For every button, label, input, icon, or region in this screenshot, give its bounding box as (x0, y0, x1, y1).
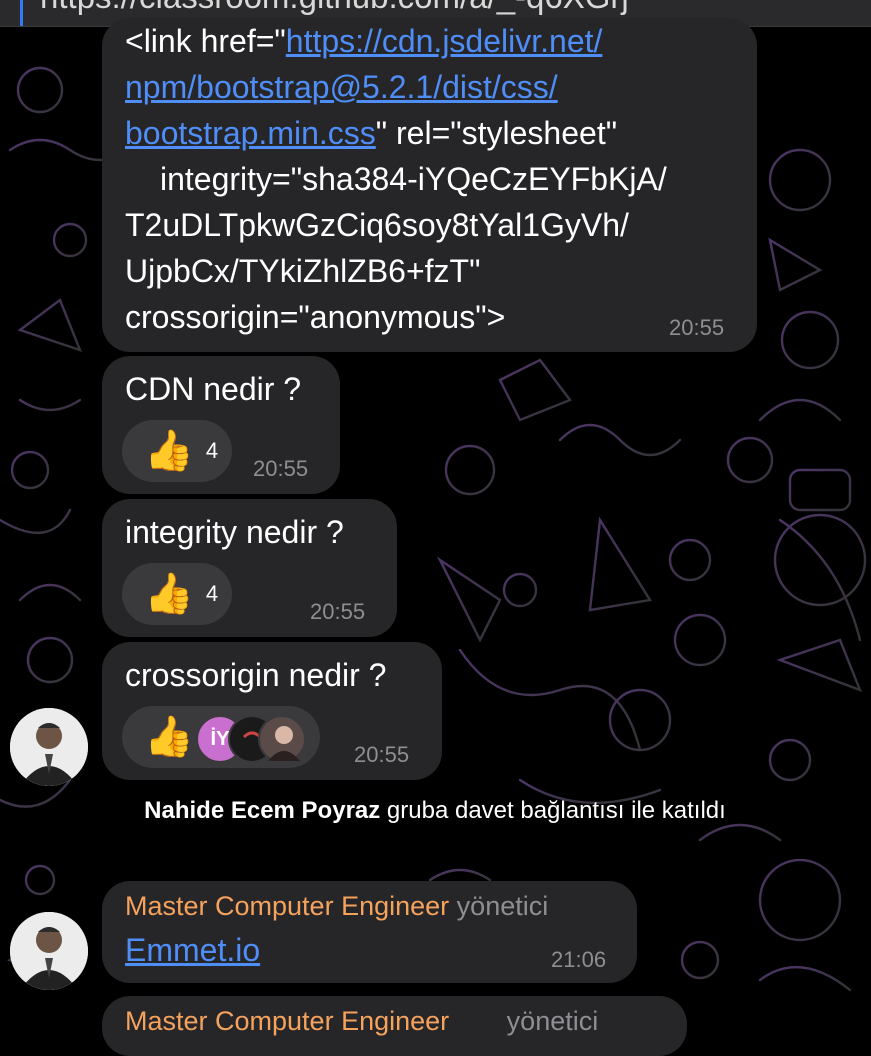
person-photo-icon (10, 708, 88, 786)
message-bubble-admin[interactable]: Master Computer Engineer yönetici Emmet.… (102, 881, 637, 983)
code-line: UjpbCx/TYkiZhlZB6+fzT" (125, 253, 481, 289)
cdn-link[interactable]: https://cdn.jsdelivr.net/ (286, 23, 603, 59)
url-text: https://classroom.github.com/a/_-q6XGrj (40, 0, 629, 16)
message-text: crossorigin nedir ? (125, 657, 387, 693)
sender-avatar[interactable] (10, 912, 88, 990)
admin-role-badge: yönetici (456, 891, 549, 921)
sender-name[interactable]: Master Computer Engineer (125, 1006, 449, 1036)
text-cursor (20, 0, 23, 26)
reactor-avatar[interactable] (258, 715, 306, 763)
code-line: crossorigin="anonymous"> (125, 299, 506, 335)
cdn-link-end[interactable]: bootstrap.min.css (125, 115, 376, 151)
emmet-link[interactable]: Emmet.io (125, 932, 260, 968)
message-time: 21:06 (551, 947, 607, 972)
cdn-link-cont[interactable]: npm/bootstrap@5.2.1/dist/css/ (125, 69, 558, 105)
message-text: integrity nedir ? (125, 514, 344, 550)
thumbs-up-icon: 👍 (144, 429, 194, 473)
reaction-thumbs-up[interactable]: 👍 4 (122, 420, 232, 482)
admin-role-badge: yönetici (506, 1006, 599, 1036)
message-time: 20:55 (253, 456, 309, 481)
message-time: 20:55 (354, 742, 410, 767)
code-line: integrity="sha384-iYQeCzEYFbKjA/ (160, 161, 667, 197)
thumbs-up-icon: 👍 (144, 572, 194, 616)
service-message: Nahide Ecem Poyraz gruba davet bağlantıs… (110, 794, 760, 828)
message-text: CDN nedir ? (125, 371, 302, 407)
message-bubble-cdn[interactable]: CDN nedir ? 👍 4 20:55 (102, 356, 340, 494)
reaction-count: 4 (205, 438, 219, 463)
joined-user-name[interactable]: Nahide Ecem Poyraz (144, 797, 380, 824)
message-time: 20:55 (310, 599, 366, 624)
person-photo-icon (10, 912, 88, 990)
code-text: " rel="stylesheet" (375, 115, 618, 151)
message-bubble-partial[interactable]: Master Computer Engineer yönetici (102, 996, 687, 1056)
message-time: 20:55 (669, 315, 725, 340)
thumbs-up-icon: 👍 (144, 715, 194, 759)
reactor-photo-icon (268, 726, 300, 761)
sender-avatar[interactable] (10, 708, 88, 786)
reaction-count: 4 (205, 581, 219, 606)
code-text: <link href=" (125, 23, 286, 59)
message-bubble-crossorigin[interactable]: crossorigin nedir ? 👍 İY 20:55 (102, 642, 442, 780)
code-line: T2uDLTpkwGzCiq6soy8tYal1GyVh/ (125, 207, 629, 243)
message-bubble-integrity[interactable]: integrity nedir ? 👍 4 20:55 (102, 499, 397, 637)
service-text: gruba davet bağlantısı ile katıldı (380, 797, 726, 824)
sender-name[interactable]: Master Computer Engineer (125, 891, 449, 921)
message-bubble-code[interactable]: <link href="https://cdn.jsdelivr.net/ np… (102, 18, 757, 352)
reaction-thumbs-up[interactable]: 👍 4 (122, 563, 232, 625)
